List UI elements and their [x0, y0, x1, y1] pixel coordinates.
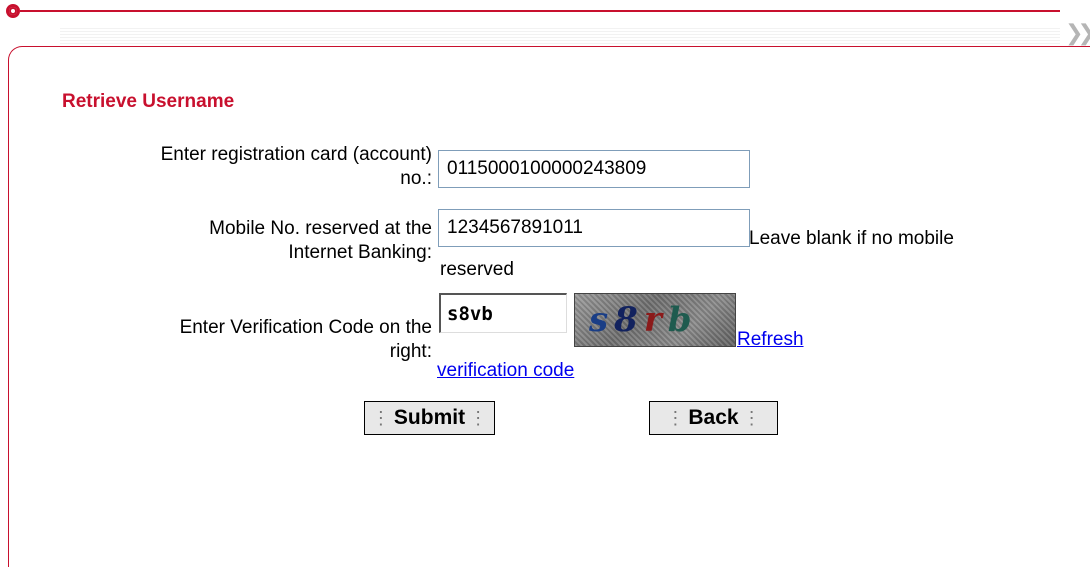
account-label-line1: Enter registration card (account): [160, 144, 432, 165]
verification-code-input[interactable]: [439, 293, 567, 333]
mobile-label-line1: Mobile No. reserved at the: [209, 218, 432, 239]
account-number-input[interactable]: [438, 150, 750, 188]
verification-code-link[interactable]: verification code: [437, 360, 574, 382]
account-label-line2: no.:: [400, 168, 432, 189]
header-stripes: [60, 26, 1060, 46]
captcha-text: s8rb: [589, 300, 698, 340]
verification-label-line1: Enter Verification Code on the: [179, 317, 432, 338]
submit-button[interactable]: Submit: [364, 401, 495, 435]
account-label: Enter registration card (account) no.:: [60, 143, 432, 191]
captcha-image: s8rb: [574, 293, 736, 347]
captcha-char: b: [667, 300, 698, 340]
submit-button-label: Submit: [393, 406, 466, 429]
captcha-char: 8: [614, 300, 644, 340]
refresh-captcha-link[interactable]: Refresh: [737, 329, 804, 351]
mobile-label-line2: Internet Banking:: [288, 242, 432, 263]
mobile-help-line1: Leave blank if no mobile: [749, 228, 954, 249]
back-button-label: Back: [688, 406, 739, 429]
mobile-number-input[interactable]: [438, 209, 750, 247]
header-divider: [20, 10, 1060, 12]
back-button[interactable]: Back: [649, 401, 778, 435]
page-title: Retrieve Username: [62, 91, 235, 112]
mobile-help-line2: reserved: [440, 259, 514, 280]
mobile-label: Mobile No. reserved at the Internet Bank…: [60, 217, 432, 265]
captcha-char: r: [643, 300, 668, 340]
captcha-char: s: [589, 300, 615, 340]
verification-label: Enter Verification Code on the right:: [60, 316, 432, 364]
verification-label-line2: right:: [389, 341, 432, 362]
chevron-right-icon: ❯❯: [1065, 21, 1090, 46]
header-bullet-icon: [6, 4, 20, 18]
